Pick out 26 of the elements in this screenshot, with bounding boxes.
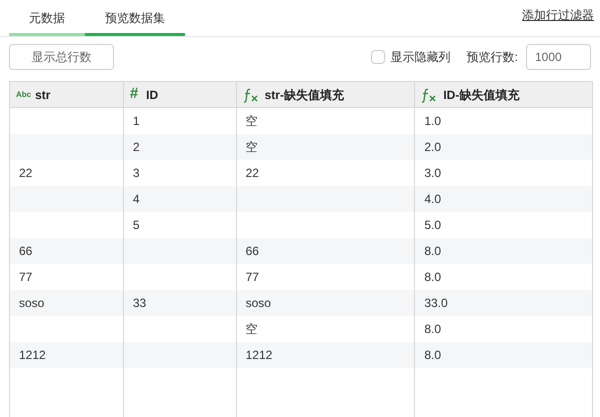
table-cell-text: 3.0: [423, 165, 442, 182]
checkbox[interactable]: [370, 50, 385, 64]
preview-rows-input[interactable]: 1000: [526, 44, 591, 70]
table-cell-text: 33.0: [423, 295, 449, 312]
tab[interactable]: 预览数据集: [85, 0, 185, 36]
table-cell-text: 8.0: [423, 269, 442, 286]
table-cell-text: 8.0: [423, 347, 442, 364]
table-cell-text: 4.0: [423, 191, 442, 208]
preview-rows-label: 预览行数:: [466, 49, 518, 66]
table-cell-text: 8.0: [423, 321, 442, 338]
function-icon: [421, 86, 438, 102]
text-type-icon: Abc: [16, 88, 32, 100]
column-header: ID-缺失值填充: [443, 86, 520, 104]
table-cell-text: 2.0: [423, 139, 442, 156]
function-icon: [242, 86, 259, 102]
tab[interactable]: 元数据: [9, 0, 85, 36]
number-type-icon: #: [130, 83, 138, 106]
column-header: ID: [146, 86, 158, 104]
column-header: str: [35, 86, 50, 104]
show-hidden-columns-label: 显示隐藏列: [390, 49, 451, 66]
add-row-filter-link[interactable]: 添加行过滤器: [522, 6, 594, 24]
column-header: str-缺失值填充: [264, 86, 344, 104]
table-cell-text: 8.0: [423, 243, 442, 260]
table-cell-text: 1.0: [423, 113, 442, 130]
table-cell-text: 5.0: [423, 217, 442, 234]
show-total-rows-button[interactable]: 显示总行数: [9, 44, 114, 70]
